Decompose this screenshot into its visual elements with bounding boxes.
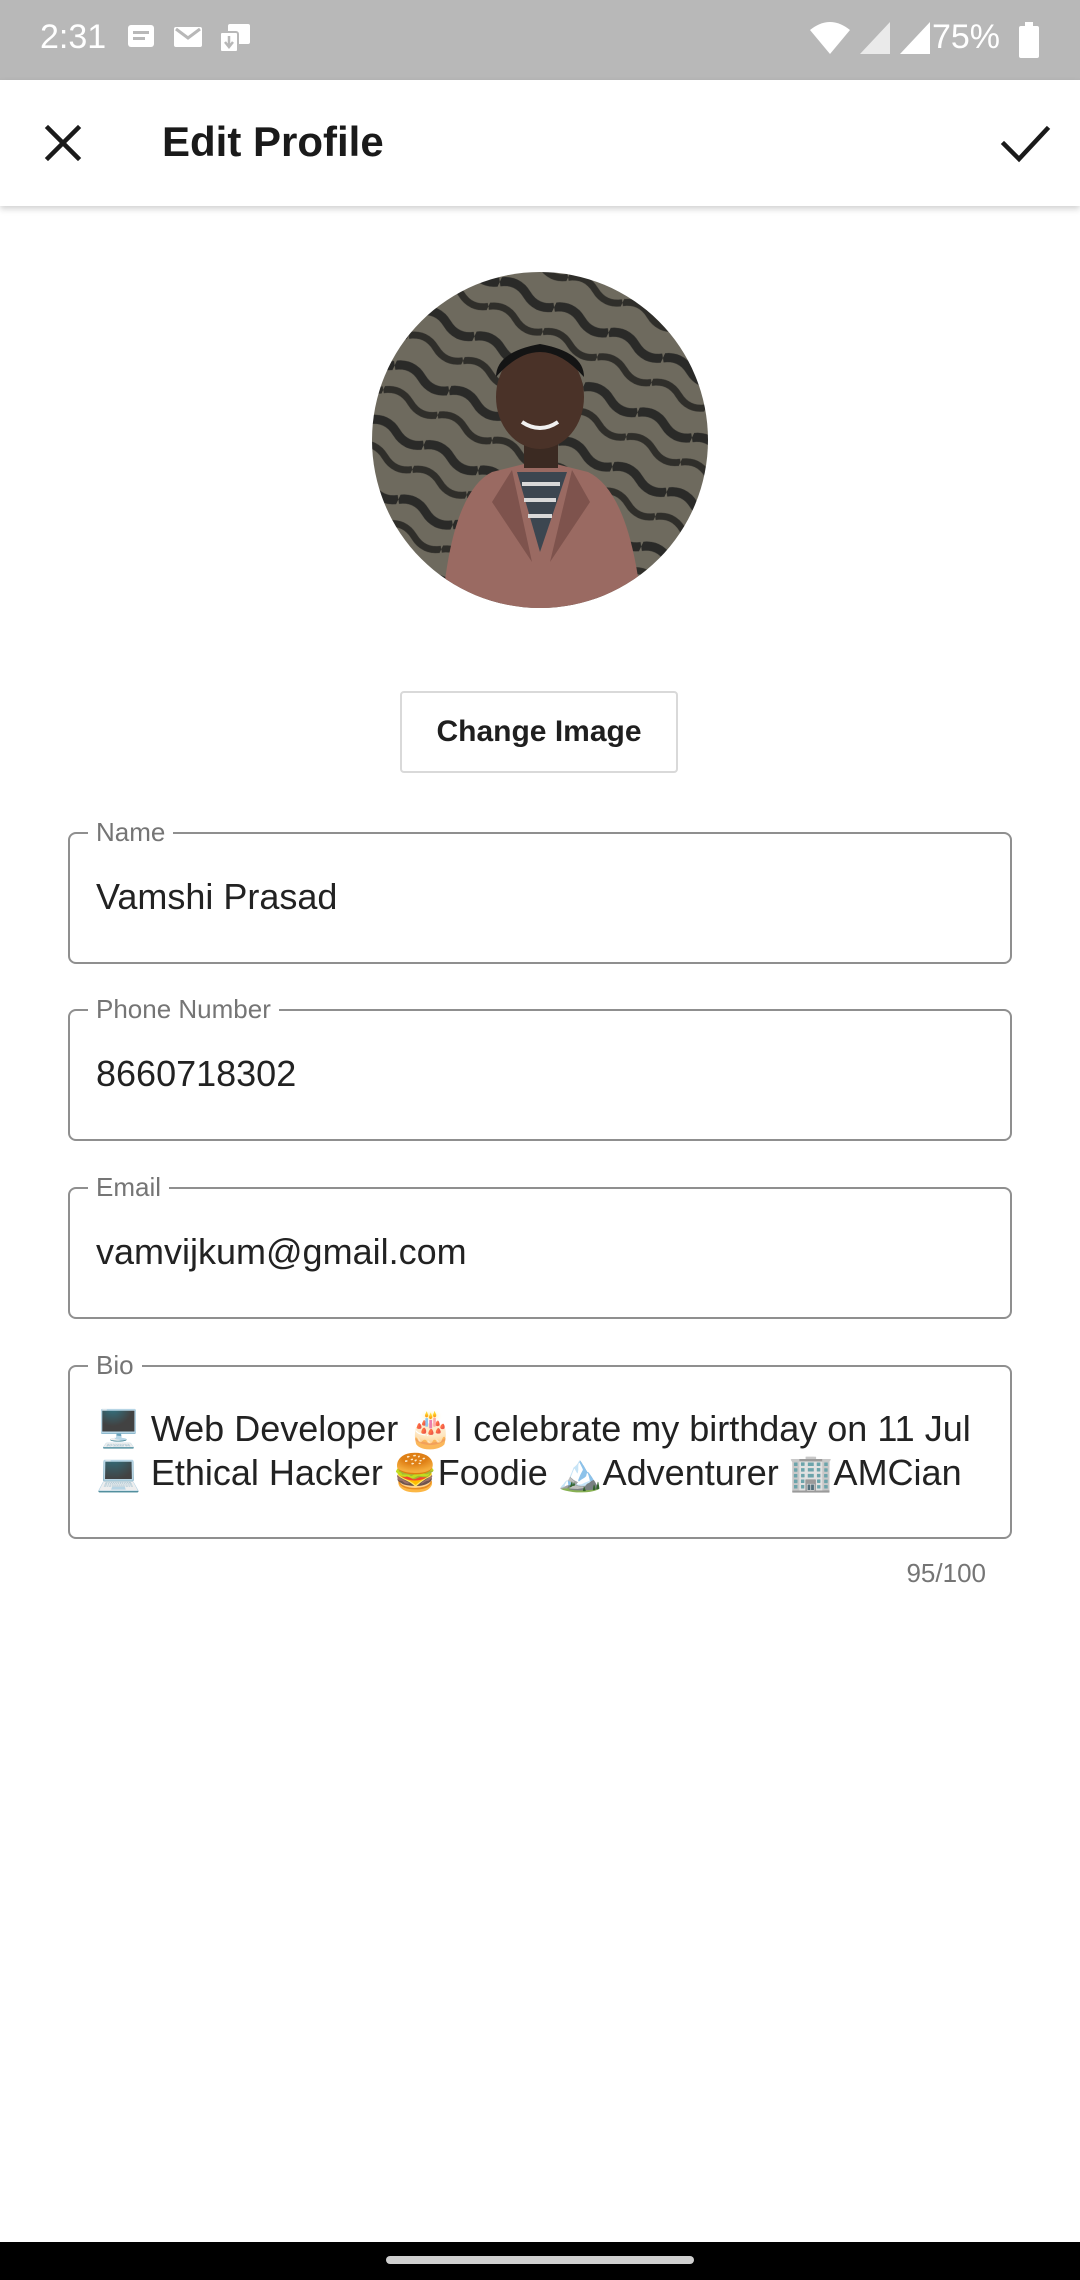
wifi-icon [808, 20, 852, 61]
bio-field-value: 🖥️ Web Developer 🎂I celebrate my birthda… [96, 1407, 996, 1495]
name-field-value: Vamshi Prasad [96, 876, 338, 917]
bio-character-counter: 95/100 [906, 1558, 986, 1588]
avatar [372, 272, 708, 608]
phone-number-field-value: 8660718302 [96, 1053, 297, 1094]
close-icon [44, 124, 82, 162]
page-title: Edit Profile [162, 118, 384, 165]
status-bar: 2:31 75% [0, 0, 1080, 80]
app-bar: Edit Profile [0, 80, 1080, 206]
battery-icon [1018, 22, 1040, 63]
close-button[interactable] [30, 110, 96, 176]
phone-number-field-label: Phone Number [88, 995, 279, 1023]
change-image-button[interactable]: Change Image [400, 691, 678, 773]
bio-field-label: Bio [88, 1351, 142, 1379]
battery-percent: 75% [931, 18, 1000, 56]
navigation-bar [0, 2242, 1080, 2280]
messages-icon [126, 22, 156, 57]
email-field[interactable]: Email vamvijkum@gmail.com [68, 1173, 1012, 1319]
phone-number-field[interactable]: Phone Number 8660718302 [68, 995, 1012, 1141]
email-field-label: Email [88, 1173, 170, 1201]
download-icon [218, 22, 252, 61]
status-time: 2:31 [40, 18, 107, 56]
email-field-value: vamvijkum@gmail.com [96, 1231, 467, 1272]
bio-line-2: 💻 Ethical Hacker 🍔Foodie 🏔️Adventurer 🏢A… [96, 1452, 962, 1493]
bio-line-1: 🖥️ Web Developer 🎂I celebrate my birthda… [96, 1408, 971, 1449]
profile-photo [372, 272, 708, 608]
home-gesture-handle[interactable] [386, 2256, 694, 2264]
signal-icon [858, 20, 892, 61]
bio-field[interactable]: Bio 🖥️ Web Developer 🎂I celebrate my bir… [68, 1351, 1012, 1539]
gmail-icon [172, 22, 204, 57]
check-icon [1000, 125, 1051, 163]
name-field[interactable]: Name Vamshi Prasad [68, 818, 1012, 964]
save-button[interactable] [992, 110, 1058, 176]
name-field-label: Name [88, 818, 174, 846]
signal-icon [898, 20, 932, 61]
